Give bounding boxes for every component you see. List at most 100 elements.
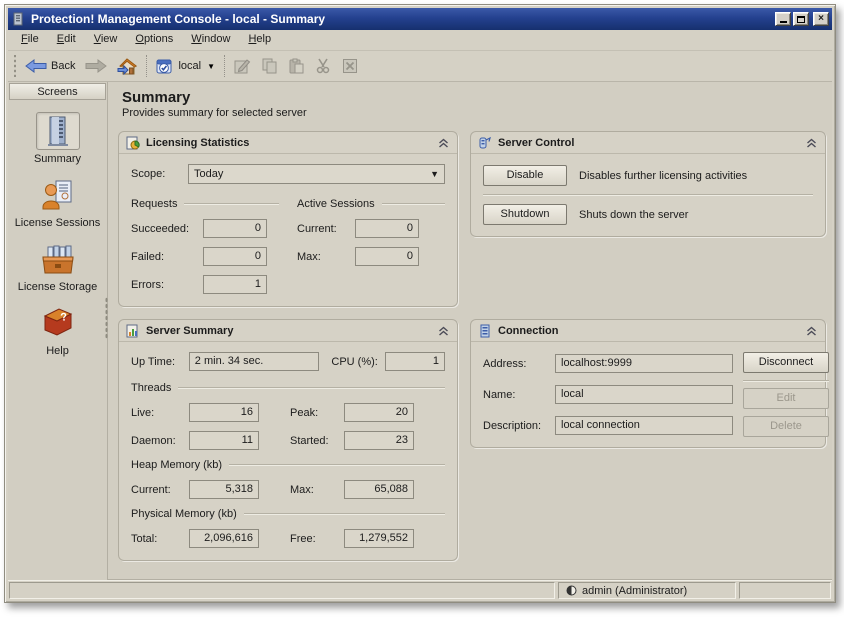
address-label: Address: bbox=[483, 358, 549, 370]
back-arrow-icon bbox=[25, 59, 47, 73]
menu-help[interactable]: Help bbox=[239, 30, 280, 50]
physical-memory-group-label: Physical Memory (kb) bbox=[131, 508, 237, 520]
status-bar: admin (Administrator) bbox=[8, 580, 832, 599]
max-value-field: 0 bbox=[355, 247, 419, 266]
chevron-down-icon: ▼ bbox=[430, 169, 439, 179]
server-control-icon bbox=[478, 136, 492, 150]
uptime-value-field: 2 min. 34 sec. bbox=[189, 352, 320, 371]
disable-button[interactable]: Disable bbox=[483, 165, 567, 186]
window-title: Protection! Management Console - local -… bbox=[31, 12, 770, 26]
licensing-statistics-panel: Licensing Statistics Scope: Today ▼ bbox=[118, 131, 458, 307]
menu-window[interactable]: Window bbox=[182, 30, 239, 50]
server-summary-panel: Server Summary Up Time: 2 min. 34 sec. C… bbox=[118, 319, 458, 561]
delete-tool-button[interactable] bbox=[337, 54, 364, 78]
shutdown-button[interactable]: Shutdown bbox=[483, 204, 567, 225]
threads-group-label: Threads bbox=[131, 382, 171, 394]
status-user-label: admin (Administrator) bbox=[582, 585, 687, 597]
back-button[interactable]: Back bbox=[20, 55, 80, 77]
succeeded-label: Succeeded: bbox=[131, 223, 203, 235]
address-field[interactable]: localhost:9999 bbox=[555, 354, 733, 373]
status-extra-cell bbox=[739, 582, 831, 599]
disable-description: Disables further licensing activities bbox=[579, 170, 747, 182]
cut-tool-button[interactable] bbox=[310, 54, 337, 78]
name-field[interactable]: local bbox=[555, 385, 733, 404]
edit-button[interactable]: Edit bbox=[743, 388, 829, 409]
paste-tool-button[interactable] bbox=[283, 54, 310, 78]
total-value-field: 2,096,616 bbox=[189, 529, 259, 548]
max-label: Max: bbox=[297, 251, 355, 263]
server-selector-label: local bbox=[178, 60, 201, 72]
copy-tool-button[interactable] bbox=[256, 54, 283, 78]
menu-view[interactable]: View bbox=[85, 30, 127, 50]
sidebar-item-summary[interactable]: Summary bbox=[10, 112, 106, 165]
collapse-chevron-icon[interactable] bbox=[806, 326, 817, 336]
errors-label: Errors: bbox=[131, 279, 203, 291]
sidebar-item-label: Help bbox=[46, 345, 69, 357]
daemon-value-field: 11 bbox=[189, 431, 259, 450]
maximize-icon bbox=[797, 16, 805, 23]
heap-max-label: Max: bbox=[290, 484, 344, 496]
screens-header[interactable]: Screens bbox=[9, 83, 106, 100]
group-separator bbox=[178, 387, 445, 389]
uptime-label: Up Time: bbox=[131, 356, 189, 368]
forward-button[interactable] bbox=[80, 55, 112, 77]
name-label: Name: bbox=[483, 389, 549, 401]
toolbar-separator bbox=[146, 55, 147, 77]
minimize-button[interactable] bbox=[775, 12, 791, 26]
paste-icon bbox=[288, 58, 305, 74]
collapse-chevron-icon[interactable] bbox=[438, 326, 449, 336]
shutdown-description: Shuts down the server bbox=[579, 209, 688, 221]
collapse-chevron-icon[interactable] bbox=[438, 138, 449, 148]
application-window: Protection! Management Console - local -… bbox=[4, 4, 836, 603]
status-message-cell bbox=[9, 582, 555, 599]
menu-edit[interactable]: Edit bbox=[48, 30, 85, 50]
home-button[interactable] bbox=[112, 54, 142, 79]
back-button-label: Back bbox=[51, 60, 75, 72]
delete-button[interactable]: Delete bbox=[743, 416, 829, 437]
control-separator bbox=[483, 194, 813, 196]
user-icon bbox=[566, 585, 577, 596]
home-icon bbox=[117, 58, 137, 75]
panel-title: Server Control bbox=[498, 137, 574, 149]
heap-memory-group-label: Heap Memory (kb) bbox=[131, 459, 222, 471]
title-bar: Protection! Management Console - local -… bbox=[8, 8, 832, 30]
heap-current-value-field: 5,318 bbox=[189, 480, 259, 499]
delete-icon bbox=[342, 58, 359, 74]
cpu-label: CPU (%): bbox=[331, 356, 385, 368]
copy-icon bbox=[261, 58, 278, 74]
current-value-field: 0 bbox=[355, 219, 419, 238]
summary-server-icon bbox=[43, 115, 73, 147]
free-value-field: 1,279,552 bbox=[344, 529, 414, 548]
requests-group-label: Requests bbox=[131, 198, 177, 210]
maximize-button[interactable] bbox=[793, 12, 809, 26]
started-label: Started: bbox=[290, 435, 344, 447]
toolbar-grip bbox=[13, 55, 17, 77]
edit-tool-button[interactable] bbox=[229, 54, 256, 78]
sidebar-splitter-handle[interactable] bbox=[105, 297, 108, 339]
help-book-icon: ? bbox=[41, 308, 75, 338]
heap-max-value-field: 65,088 bbox=[344, 480, 414, 499]
group-separator bbox=[229, 464, 445, 466]
heap-current-label: Current: bbox=[131, 484, 189, 496]
edit-pencil-icon bbox=[234, 58, 251, 74]
current-label: Current: bbox=[297, 223, 355, 235]
succeeded-value-field: 0 bbox=[203, 219, 267, 238]
failed-label: Failed: bbox=[131, 251, 203, 263]
sidebar-item-help[interactable]: ? Help bbox=[10, 304, 106, 357]
menu-options[interactable]: Options bbox=[126, 30, 182, 50]
scope-dropdown[interactable]: Today ▼ bbox=[188, 164, 445, 184]
description-field[interactable]: local connection bbox=[555, 416, 733, 435]
sidebar-item-license-storage[interactable]: License Storage bbox=[10, 240, 106, 293]
forward-arrow-icon bbox=[85, 59, 107, 73]
disconnect-button[interactable]: Disconnect bbox=[743, 352, 829, 373]
sidebar-item-license-sessions[interactable]: License Sessions bbox=[10, 176, 106, 229]
peak-label: Peak: bbox=[290, 407, 344, 419]
collapse-chevron-icon[interactable] bbox=[806, 138, 817, 148]
server-selector-dropdown[interactable]: local ▼ bbox=[151, 54, 220, 79]
menu-file[interactable]: File bbox=[12, 30, 48, 50]
cut-scissors-icon bbox=[315, 58, 332, 74]
group-separator bbox=[244, 513, 445, 515]
close-button[interactable]: × bbox=[813, 12, 829, 26]
server-connection-icon bbox=[156, 58, 174, 75]
toolbar-separator bbox=[224, 55, 225, 77]
